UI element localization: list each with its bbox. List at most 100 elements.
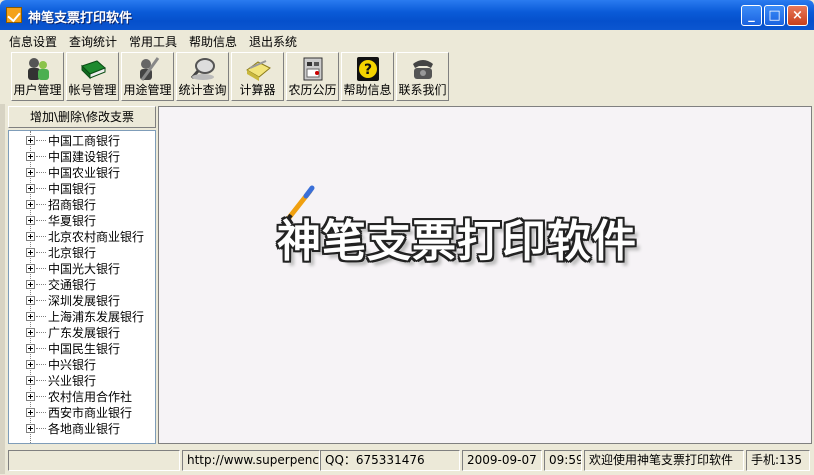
tree-connector — [36, 188, 46, 189]
tree-item-bank[interactable]: 中国民生银行 — [9, 341, 155, 357]
bank-name: 上海浦东发展银行 — [48, 310, 145, 324]
status-qq: QQ：675331476 — [320, 450, 460, 471]
tree-item-bank[interactable]: 中国光大银行 — [9, 261, 155, 277]
tree-connector — [36, 220, 46, 221]
maximize-button[interactable]: □ — [764, 5, 785, 26]
status-date: 2009-09-07 — [462, 450, 542, 471]
expand-icon[interactable] — [26, 184, 35, 193]
app-check-icon — [6, 7, 22, 23]
menu-exit-system[interactable]: 退出系统 — [249, 33, 297, 50]
bank-tree: 中国工商银行 中国建设银行 中国农业银行 中国银行招商银行 华夏银行 北京农村商业银行 北京… — [8, 130, 156, 444]
tree-item-bank[interactable]: 西安市商业银行 — [9, 405, 155, 421]
usage-management-button[interactable]: 用途管理 — [121, 52, 174, 101]
expand-icon[interactable] — [26, 360, 35, 369]
tree-item-bank[interactable]: 华夏银行 — [9, 213, 155, 229]
edit-checks-button[interactable]: 增加\删除\修改支票 — [8, 106, 156, 128]
help-icon: ? — [357, 57, 379, 81]
status-website: http://www.superpencil.net — [182, 450, 320, 471]
expand-icon[interactable] — [26, 376, 35, 385]
tree-item-bank[interactable]: 农村信用合作社 — [9, 389, 155, 405]
book-icon — [81, 60, 106, 80]
tree-connector — [36, 236, 46, 237]
close-button[interactable]: × — [787, 5, 808, 26]
menu-help-info[interactable]: 帮助信息 — [189, 33, 237, 50]
expand-icon[interactable] — [26, 408, 35, 417]
tree-item-bank[interactable]: 中国银行 — [9, 181, 155, 197]
tree-item-bank[interactable]: 北京农村商业银行 — [9, 229, 155, 245]
tool-label: 帮助信息 — [343, 83, 392, 97]
expand-icon[interactable] — [26, 200, 35, 209]
tool-label: 用户管理 — [13, 83, 62, 97]
bank-name: 中国光大银行 — [48, 262, 121, 276]
statistics-query-button[interactable]: 统计查询 — [176, 52, 229, 101]
tree-item-bank[interactable]: 深圳发展银行 — [9, 293, 155, 309]
bank-name: 北京银行 — [48, 246, 97, 260]
expand-icon[interactable] — [26, 264, 35, 273]
expand-icon[interactable] — [26, 168, 35, 177]
tree-connector — [36, 380, 46, 381]
menu-query-stats[interactable]: 查询统计 — [69, 33, 117, 50]
status-bar: http://www.superpencil.net QQ：675331476 … — [0, 448, 814, 473]
tree-item-bank[interactable]: 中国工商银行 — [9, 133, 155, 149]
title-bar[interactable]: 神笔支票打印软件 _ □ × — [0, 0, 814, 30]
users-icon — [28, 58, 49, 80]
lunar-solar-calendar-button[interactable]: 农历公历 — [286, 52, 339, 101]
calculator-button[interactable]: 计算器 — [231, 52, 284, 101]
tree-connector — [36, 396, 46, 397]
contact-us-button[interactable]: 联系我们 — [396, 52, 449, 101]
tree-item-bank[interactable]: 各地商业银行 — [9, 421, 155, 437]
tool-label: 农历公历 — [288, 83, 337, 97]
tree-connector — [36, 364, 46, 365]
tree-item-bank[interactable]: 中国农业银行 — [9, 165, 155, 181]
minimize-button[interactable]: _ — [741, 5, 762, 26]
expand-icon[interactable] — [26, 216, 35, 225]
tree-item-bank[interactable]: 北京银行 — [9, 245, 155, 261]
tree-item-bank[interactable]: 上海浦东发展银行 — [9, 309, 155, 325]
calendar-icon — [303, 57, 323, 81]
help-info-button[interactable]: ? 帮助信息 — [341, 52, 394, 101]
calculator-icon — [246, 60, 271, 81]
status-phone: 手机:135 — [746, 450, 810, 471]
magnifier-icon — [190, 58, 215, 80]
expand-icon[interactable] — [26, 136, 35, 145]
bank-name: 招商银行 — [48, 198, 97, 212]
bank-name: 中国建设银行 — [48, 150, 121, 164]
expand-icon[interactable] — [26, 280, 35, 289]
tree-item-bank[interactable]: 招商银行 — [9, 197, 155, 213]
menu-common-tools[interactable]: 常用工具 — [129, 33, 177, 50]
svg-text:?: ? — [364, 62, 372, 78]
expand-icon[interactable] — [26, 296, 35, 305]
tree-connector — [36, 412, 46, 413]
bank-name: 中国农业银行 — [48, 166, 121, 180]
menu-info-settings[interactable]: 信息设置 — [9, 33, 57, 50]
tree-item-bank[interactable]: 中国建设银行 — [9, 149, 155, 165]
tree-item-bank[interactable]: 中兴银行 — [9, 357, 155, 373]
tree-connector — [36, 204, 46, 205]
tree-item-bank[interactable]: 交通银行 — [9, 277, 155, 293]
bank-name: 中兴银行 — [48, 358, 97, 372]
expand-icon[interactable] — [26, 344, 35, 353]
app-window: 神笔支票打印软件 _ □ × 信息设置 查询统计 常用工具 帮助信息 退出系统 … — [0, 0, 814, 475]
window-title: 神笔支票打印软件 — [28, 11, 133, 26]
tree-connector — [36, 316, 46, 317]
bank-name: 交通银行 — [48, 278, 97, 292]
expand-icon[interactable] — [26, 392, 35, 401]
bank-name: 中国民生银行 — [48, 342, 121, 356]
expand-icon[interactable] — [26, 248, 35, 257]
expand-icon[interactable] — [26, 232, 35, 241]
toolbar: 用户管理 帐号管理 用途管理 统计查询 计算器 农历公历 ? 帮助信息 联系我们 — [0, 50, 814, 104]
expand-icon[interactable] — [26, 328, 35, 337]
tree-connector — [36, 156, 46, 157]
user-management-button[interactable]: 用户管理 — [11, 52, 64, 101]
tree-item-bank[interactable]: 广东发展银行 — [9, 325, 155, 341]
expand-icon[interactable] — [26, 152, 35, 161]
account-management-button[interactable]: 帐号管理 — [66, 52, 119, 101]
tree-connector — [36, 300, 46, 301]
status-welcome: 欢迎使用神笔支票打印软件 — [584, 450, 744, 471]
tree-connector — [36, 252, 46, 253]
expand-icon[interactable] — [26, 312, 35, 321]
expand-icon[interactable] — [26, 424, 35, 433]
bank-name: 各地商业银行 — [48, 422, 121, 436]
tree-item-bank[interactable]: 兴业银行 — [9, 373, 155, 389]
bank-name: 中国银行 — [48, 182, 97, 196]
